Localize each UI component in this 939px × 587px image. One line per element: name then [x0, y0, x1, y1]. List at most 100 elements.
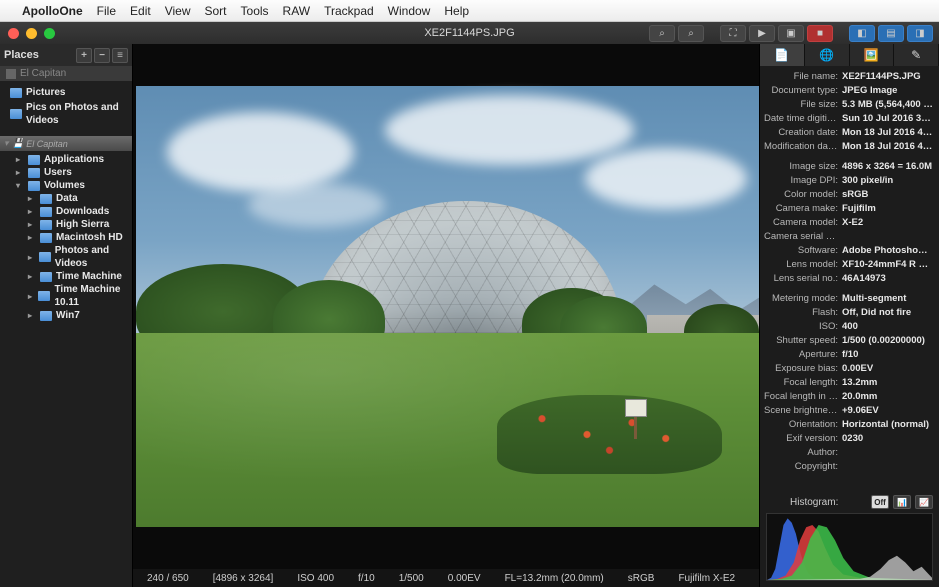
disclosure-icon[interactable]: ▸ [28, 251, 35, 264]
tree-item[interactable]: ▸ Time Machine 10.11 [0, 283, 132, 309]
compare-icon[interactable]: ▣ [778, 25, 804, 42]
metadata-row: Metering mode:Multi-segment [764, 292, 933, 306]
tree-item[interactable]: ▸Macintosh HD [0, 231, 132, 244]
metadata-key: Creation date: [764, 126, 838, 140]
folder-icon [28, 168, 40, 178]
tree-item[interactable]: ▸Win7 [0, 309, 132, 322]
tab-info[interactable]: 📄 [760, 44, 805, 66]
status-iso: ISO 400 [297, 573, 334, 584]
menu-view[interactable]: View [165, 4, 191, 18]
menu-file[interactable]: File [97, 4, 116, 18]
zoom-out-icon[interactable]: ⌕ [678, 25, 704, 42]
menu-edit[interactable]: Edit [130, 4, 151, 18]
metadata-value: XE2F1144PS.JPG [842, 70, 933, 84]
toggle-inspector-icon[interactable]: ◨ [907, 25, 933, 42]
metadata-row: Color model:sRGB [764, 188, 933, 202]
menu-window[interactable]: Window [388, 4, 431, 18]
menu-help[interactable]: Help [444, 4, 469, 18]
tree-item[interactable]: ▸ Time Machine [0, 270, 132, 283]
disclosure-icon[interactable]: ▸ [16, 166, 24, 179]
metadata-value: Mon 18 Jul 2016 4:25 PM [842, 140, 933, 154]
titlebar[interactable]: XE2F1144PS.JPG ⌕ ⌕ ⛶ ▶ ▣ ■ ◧ ▤ ◨ [0, 22, 939, 44]
places-options-button[interactable]: ≡ [112, 48, 128, 63]
metadata-key: Exposure bias: [764, 362, 838, 376]
tree-item[interactable]: ▸ Users [0, 166, 132, 179]
folder-icon [40, 272, 52, 282]
tree-item[interactable]: ▸Data [0, 192, 132, 205]
tree-label: Volumes [44, 179, 85, 192]
disclosure-icon[interactable]: ▸ [28, 270, 36, 283]
zoom-button[interactable] [44, 28, 55, 39]
status-color: sRGB [628, 573, 655, 584]
zoom-in-icon[interactable]: ⌕ [649, 25, 675, 42]
add-place-button[interactable]: + [76, 48, 92, 63]
metadata-key: Camera make: [764, 202, 838, 216]
minimize-button[interactable] [26, 28, 37, 39]
metadata-value: +9.06EV [842, 404, 933, 418]
tree-item[interactable]: ▸Downloads [0, 205, 132, 218]
tree-item[interactable]: ▸ High Sierra [0, 218, 132, 231]
metadata-key: Shutter speed: [764, 334, 838, 348]
metadata-row: Modification date:Mon 18 Jul 2016 4:25 P… [764, 140, 933, 154]
histogram-luma-button[interactable]: 📈 [915, 495, 933, 509]
tree-item[interactable]: ▸ Applications [0, 153, 132, 166]
metadata-key: Flash: [764, 306, 838, 320]
folder-icon [39, 252, 51, 262]
menu-raw[interactable]: RAW [283, 4, 311, 18]
tree-label: Time Machine 10.11 [54, 283, 130, 309]
disclosure-icon[interactable]: ▸ [28, 205, 36, 218]
metadata-row: Flash:Off, Did not fire [764, 306, 933, 320]
menu-trackpad[interactable]: Trackpad [324, 4, 374, 18]
toggle-filmstrip-icon[interactable]: ▤ [878, 25, 904, 42]
fullscreen-icon[interactable]: ⛶ [720, 25, 746, 42]
volume-header[interactable]: ▾💾 El Capitan [0, 136, 132, 151]
disclosure-icon[interactable]: ▸ [16, 153, 24, 166]
tree-label: Applications [44, 153, 104, 166]
disclosure-icon[interactable]: ▸ [28, 218, 36, 231]
disclosure-icon[interactable]: ▸ [28, 309, 36, 322]
tab-edit[interactable]: ✎ [894, 44, 939, 66]
tree-item[interactable]: ▸Photos and Videos [0, 244, 132, 270]
disclosure-icon[interactable]: ▸ [28, 231, 36, 244]
record-icon[interactable]: ■ [807, 25, 833, 42]
folder-icon [40, 194, 52, 204]
metadata-row: Camera make:Fujifilm [764, 202, 933, 216]
image-viewer[interactable]: 240 / 650 [4896 x 3264] ISO 400 f/10 1/5… [133, 44, 759, 587]
metadata-row: ISO:400 [764, 320, 933, 334]
metadata-value: XF10-24mmF4 R OIS [842, 258, 933, 272]
metadata-key: Focal length: [764, 376, 838, 390]
tree-item[interactable]: ▾ Volumes [0, 179, 132, 192]
app-menu[interactable]: ApolloOne [22, 4, 83, 18]
status-camera: Fujifilm X-E2 [678, 573, 735, 584]
menu-tools[interactable]: Tools [241, 4, 269, 18]
system-menubar: ApolloOne File Edit View Sort Tools RAW … [0, 0, 939, 22]
metadata-key: Camera serial no.: [764, 230, 838, 244]
favorite-folder[interactable]: Pics on Photos and Videos [0, 100, 132, 128]
tab-map[interactable]: 🖼️ [850, 44, 895, 66]
metadata-key: Lens model: [764, 258, 838, 272]
tree-label: High Sierra [56, 218, 109, 231]
metadata-value: 4896 x 3264 = 16.0M [842, 160, 933, 174]
histogram-rgb-button[interactable]: 📊 [893, 495, 911, 509]
metadata-row: Focal length: 13.2mm [764, 376, 933, 390]
status-shutter: 1/500 [399, 573, 424, 584]
metadata-value: 0.00EV [842, 362, 933, 376]
tree-label: Time Machine [56, 270, 122, 283]
metadata-row: Scene brightness:+9.06EV [764, 404, 933, 418]
slideshow-icon[interactable]: ▶ [749, 25, 775, 42]
map-icon: 🖼️ [864, 48, 879, 62]
disclosure-icon[interactable]: ▾ [16, 179, 24, 192]
disclosure-icon[interactable]: ▸ [28, 290, 34, 303]
favorite-folder[interactable]: Pictures [0, 85, 132, 100]
close-button[interactable] [8, 28, 19, 39]
metadata-value: 13.2mm [842, 376, 933, 390]
histogram-off-button[interactable]: Off [871, 495, 889, 509]
tree-label: Users [44, 166, 72, 179]
metadata-key: Document type: [764, 84, 838, 98]
selected-volume[interactable]: El Capitan [0, 66, 132, 81]
remove-place-button[interactable]: − [94, 48, 110, 63]
disclosure-icon[interactable]: ▸ [28, 192, 36, 205]
toggle-sidebar-icon[interactable]: ◧ [849, 25, 875, 42]
menu-sort[interactable]: Sort [205, 4, 227, 18]
tab-globe[interactable]: 🌐 [805, 44, 850, 66]
